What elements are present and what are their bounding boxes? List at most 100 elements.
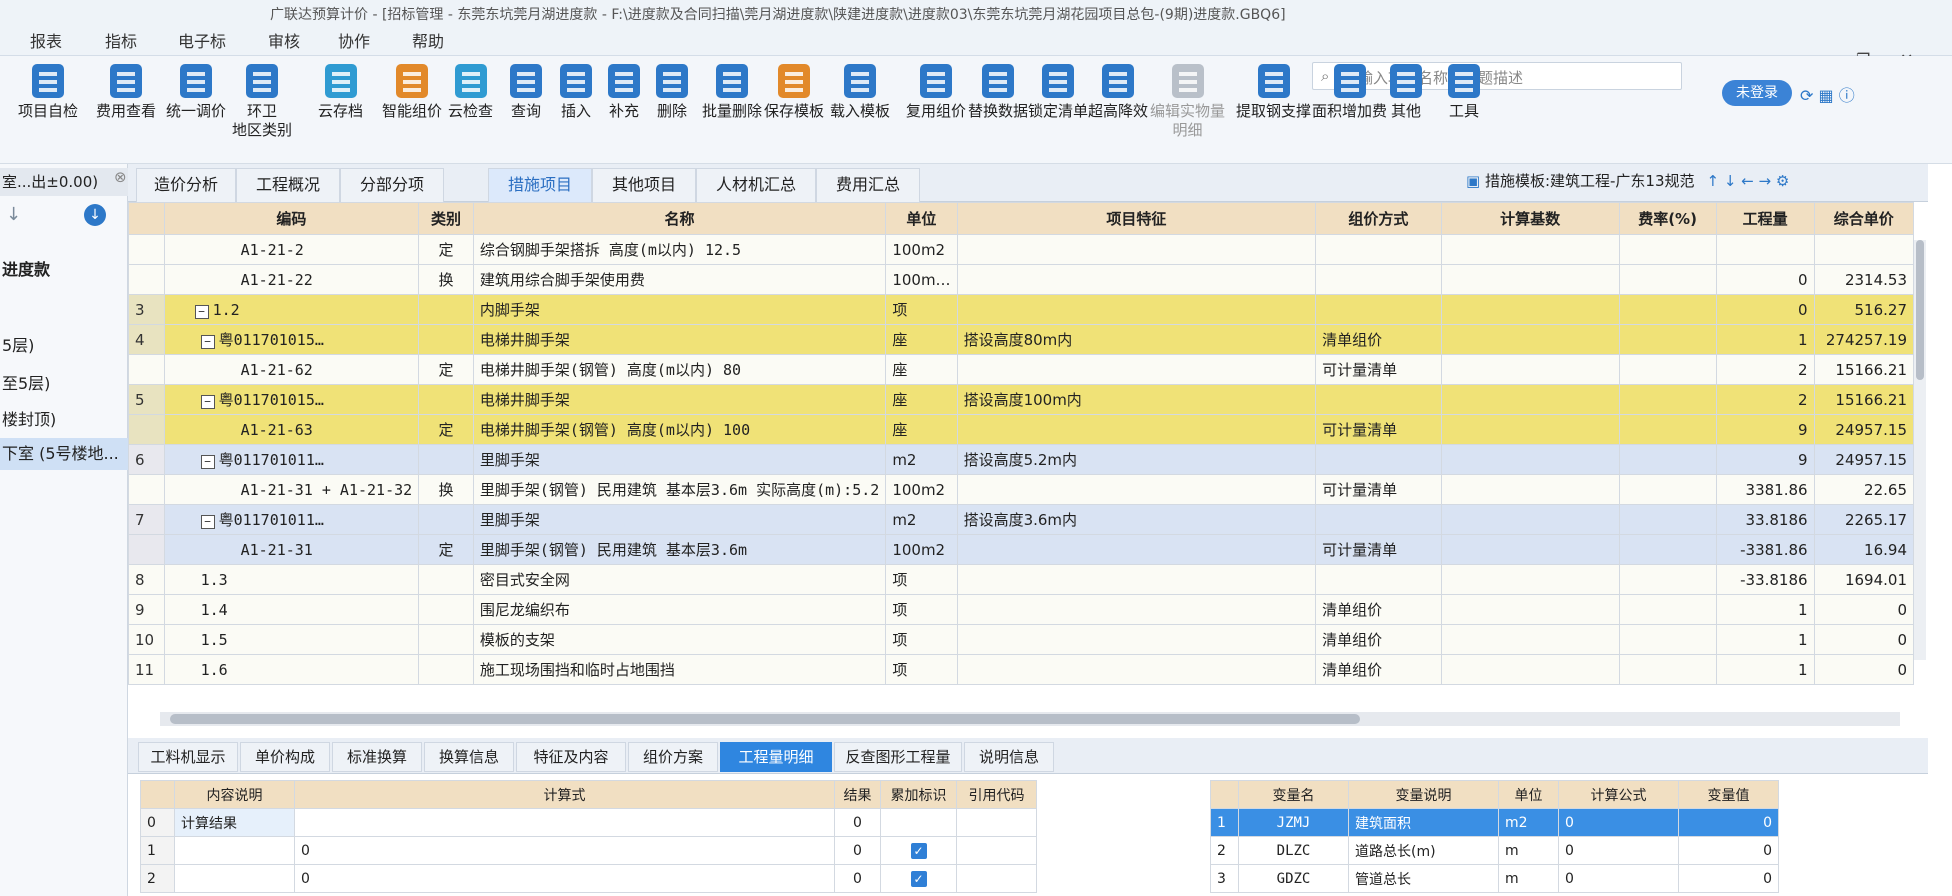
cell-feature[interactable] <box>956 354 1317 385</box>
cell-method[interactable]: 可计量清单 <box>1315 474 1442 505</box>
cell-name[interactable]: 建筑用综合脚手架使用费 <box>472 264 887 295</box>
cell-formula[interactable]: 0 <box>1558 836 1679 865</box>
cell-qty[interactable] <box>1715 234 1815 265</box>
cell-qty[interactable]: 33.8186 <box>1715 504 1815 535</box>
cell-qty[interactable]: 1 <box>1715 654 1815 685</box>
menu-item-report[interactable]: 报表 <box>30 28 62 52</box>
cell-code[interactable]: A1-21-62 <box>163 354 420 385</box>
cell-price[interactable]: 2314.53 <box>1813 264 1914 295</box>
cell-value[interactable]: 0 <box>1678 808 1779 837</box>
cell-unit[interactable]: 项 <box>885 594 958 625</box>
cell-name[interactable]: 综合钢脚手架搭拆 高度(m以内) 12.5 <box>472 234 887 265</box>
cell-ref[interactable] <box>956 864 1037 893</box>
cell-base[interactable] <box>1440 444 1620 475</box>
cell-unit[interactable]: 座 <box>885 354 958 385</box>
col-formula[interactable]: 计算式 <box>294 780 835 809</box>
cell-feature[interactable]: 搭设高度3.6m内 <box>956 504 1317 535</box>
cell-base[interactable] <box>1440 234 1620 265</box>
cell-price[interactable]: 15166.21 <box>1813 354 1914 385</box>
cell-no[interactable]: 3 <box>128 294 165 325</box>
cell-rate[interactable] <box>1618 444 1717 475</box>
cell-feature[interactable] <box>956 474 1317 505</box>
cell-no[interactable]: 9 <box>128 594 165 625</box>
cell-feature[interactable] <box>956 654 1317 685</box>
cell-price[interactable]: 24957.15 <box>1813 414 1914 445</box>
login-button[interactable]: 未登录 <box>1722 80 1792 106</box>
toolbar-button-3[interactable]: 环卫 地区类别 <box>232 64 292 140</box>
col-var-name[interactable]: 变量名 <box>1238 780 1349 809</box>
cell-acc[interactable]: ✓ <box>880 836 957 865</box>
cell-desc[interactable]: 道路总长(m) <box>1348 836 1499 865</box>
cell-method[interactable] <box>1315 384 1442 415</box>
toolbar-button-1[interactable]: 费用查看 <box>96 64 156 121</box>
cell-base[interactable] <box>1440 414 1620 445</box>
cell-no[interactable] <box>128 474 165 505</box>
accumulate-checkbox[interactable]: ✓ <box>910 870 927 887</box>
col-rate[interactable]: 费率(%) <box>1618 202 1717 235</box>
table-row[interactable]: 3−1.2 内脚手架项 0 516.27 <box>128 294 1914 325</box>
cell-feature[interactable] <box>956 624 1317 655</box>
btab-convert-info[interactable]: 换算信息 <box>424 742 514 772</box>
toolbar-button-15[interactable]: 替换数据 <box>968 64 1028 121</box>
cell-result[interactable]: 0 <box>834 808 881 837</box>
cell-method[interactable]: 可计量清单 <box>1315 534 1442 565</box>
cell-type[interactable] <box>418 294 474 325</box>
accumulate-checkbox[interactable]: ✓ <box>910 842 927 859</box>
collapse-toggle-icon[interactable]: − <box>200 335 215 349</box>
cell-name[interactable]: 电梯井脚手架 <box>472 324 887 355</box>
collapse-toggle-icon[interactable]: − <box>200 515 215 529</box>
cell-desc[interactable]: 计算结果 <box>174 808 295 837</box>
cell-feature[interactable] <box>956 564 1317 595</box>
cell-feature[interactable] <box>956 414 1317 445</box>
btab-qty-detail[interactable]: 工程量明细 <box>720 742 832 772</box>
cell-price[interactable]: 1694.01 <box>1813 564 1914 595</box>
toolbar-button-7[interactable]: 查询 <box>510 64 542 121</box>
toolbar-button-0[interactable]: 项目自检 <box>18 64 78 121</box>
collapse-icon[interactable]: ⊗ <box>114 168 127 186</box>
cell-base[interactable] <box>1440 564 1620 595</box>
cell-name[interactable]: 内脚手架 <box>472 294 887 325</box>
cell-no[interactable] <box>128 414 165 445</box>
toolbar-button-8[interactable]: 插入 <box>560 64 592 121</box>
cell-base[interactable] <box>1440 384 1620 415</box>
cell-base[interactable] <box>1440 534 1620 565</box>
cell-no[interactable]: 10 <box>128 624 165 655</box>
tab-fee-summary[interactable]: 费用汇总 <box>816 168 920 202</box>
cell-no[interactable] <box>128 264 165 295</box>
cell-name[interactable]: 模板的支架 <box>472 624 887 655</box>
cell-name[interactable]: 电梯井脚手架(钢管) 高度(m以内) 100 <box>472 414 887 445</box>
col-var-unit[interactable]: 单位 <box>1498 780 1559 809</box>
cell-unit[interactable]: 座 <box>885 414 958 445</box>
cell-formula[interactable]: 0 <box>1558 864 1679 893</box>
btab-features[interactable]: 特征及内容 <box>516 742 626 772</box>
sidebar-item-progress[interactable]: 进度款 <box>0 256 128 280</box>
cell-unit[interactable]: 项 <box>885 624 958 655</box>
cell-qty[interactable]: 3381.86 <box>1715 474 1815 505</box>
cell-name[interactable]: 里脚手架 <box>472 444 887 475</box>
cell-desc[interactable] <box>174 864 295 893</box>
cell-unit[interactable]: 100m2 <box>885 474 958 505</box>
cell-type[interactable] <box>418 384 474 415</box>
cell-type[interactable]: 换 <box>418 264 474 295</box>
col-ref-code[interactable]: 引用代码 <box>956 780 1037 809</box>
tab-overview[interactable]: 工程概况 <box>236 168 340 202</box>
cell-rate[interactable] <box>1618 474 1717 505</box>
col-name[interactable]: 名称 <box>472 202 887 235</box>
cell-formula[interactable]: 0 <box>294 836 835 865</box>
cell-qty[interactable]: 9 <box>1715 444 1815 475</box>
cell-type[interactable]: 换 <box>418 474 474 505</box>
table-row[interactable]: A1-21-63 定电梯井脚手架(钢管) 高度(m以内) 100 座 可计量清单 9 24… <box>128 414 1914 445</box>
cell-unit[interactable]: m2 <box>885 504 958 535</box>
toolbar-button-16[interactable]: 锁定清单 <box>1028 64 1088 121</box>
toolbar-button-10[interactable]: 删除 <box>656 64 688 121</box>
cell-code[interactable]: A1-21-31 + A1-21-32 <box>163 474 420 505</box>
cell-rate[interactable] <box>1618 234 1717 265</box>
cell-type[interactable] <box>418 654 474 685</box>
tab-materials[interactable]: 人材机汇总 <box>696 168 816 202</box>
cell-code[interactable]: A1-21-63 <box>163 414 420 445</box>
cell-qty[interactable]: 0 <box>1715 294 1815 325</box>
cell-base[interactable] <box>1440 474 1620 505</box>
collapse-toggle-icon[interactable]: − <box>200 395 215 409</box>
col-var-formula[interactable]: 计算公式 <box>1558 780 1679 809</box>
cell-result[interactable]: 0 <box>834 836 881 865</box>
